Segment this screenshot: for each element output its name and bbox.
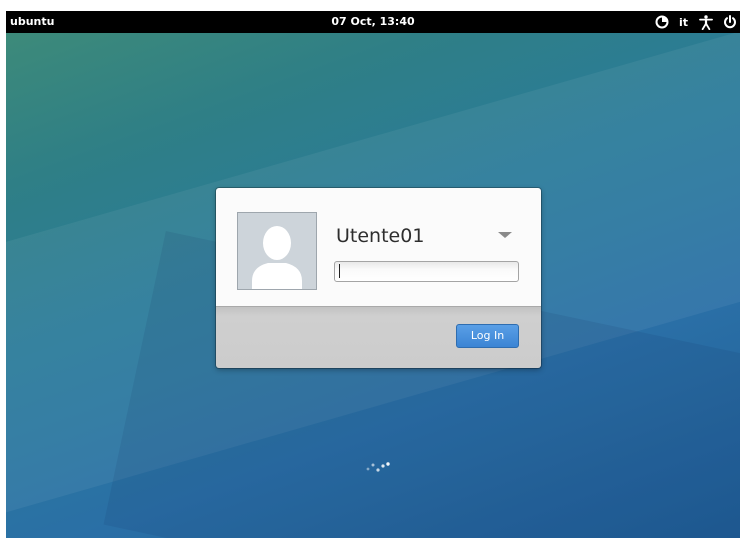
user-menu-arrow-icon[interactable] bbox=[498, 232, 512, 238]
keyboard-layout-indicator[interactable]: it bbox=[679, 11, 688, 33]
username-label: Utente01 bbox=[336, 225, 425, 247]
login-dialog: Utente01 Log In bbox=[216, 188, 541, 368]
avatar bbox=[237, 212, 317, 290]
login-button[interactable]: Log In bbox=[456, 324, 519, 348]
password-input[interactable] bbox=[334, 261, 519, 282]
power-icon[interactable] bbox=[723, 11, 737, 33]
accessibility-icon[interactable] bbox=[699, 11, 713, 33]
desktop-background: ubuntu 07 Oct, 13:40 it Utente01 Log In bbox=[6, 11, 740, 538]
loading-spinner-icon bbox=[365, 460, 391, 474]
user-silhouette-icon bbox=[238, 213, 316, 289]
text-cursor bbox=[339, 264, 340, 278]
clock[interactable]: 07 Oct, 13:40 bbox=[6, 15, 740, 28]
system-tray: it bbox=[655, 11, 740, 33]
session-icon[interactable] bbox=[655, 11, 669, 33]
user-section: Utente01 bbox=[216, 188, 541, 306]
top-panel: ubuntu 07 Oct, 13:40 it bbox=[6, 11, 740, 33]
